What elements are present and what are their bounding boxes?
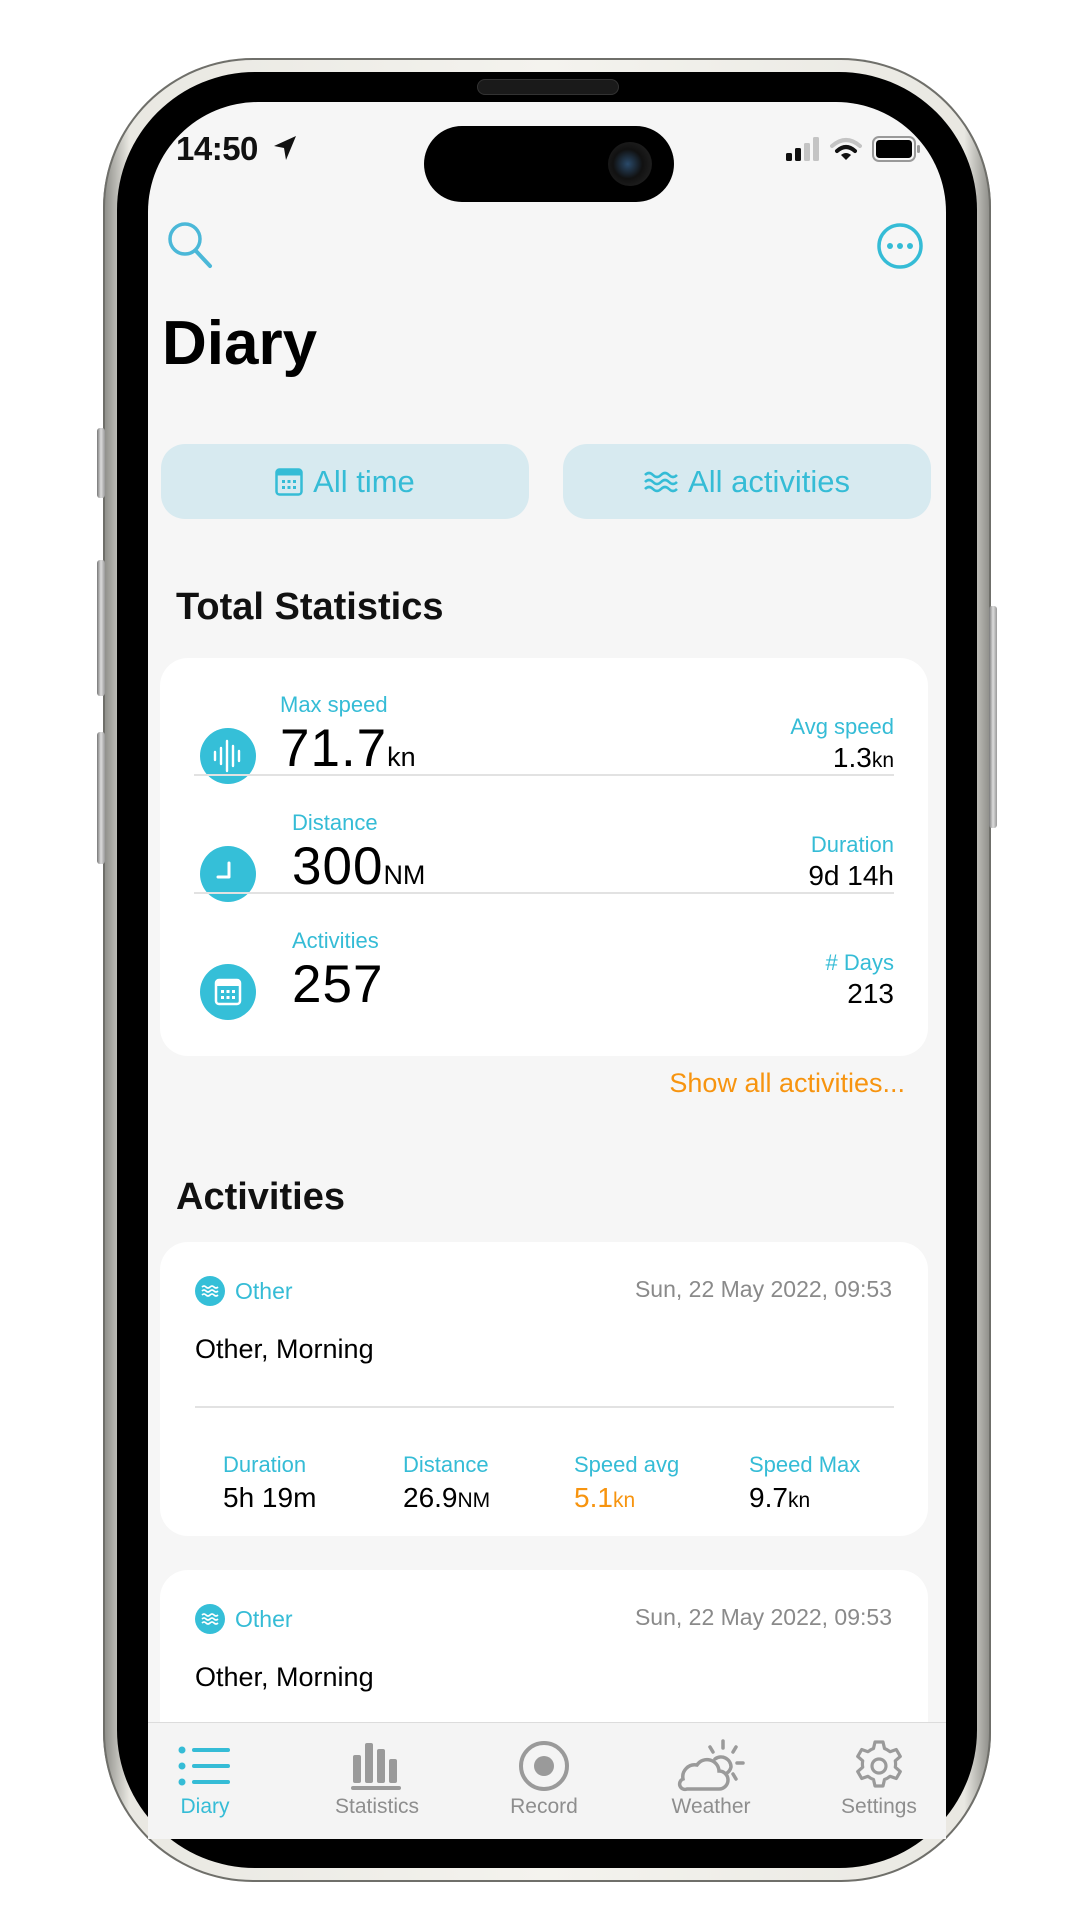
- stat-row-max-speed: Max speed 71.7kn Avg speed 1.3kn: [194, 658, 894, 784]
- tab-label: Record: [510, 1795, 578, 1818]
- stat-right-label: # Days: [825, 950, 894, 975]
- signal-icon: [786, 137, 819, 161]
- metric-label: Speed Max: [749, 1452, 861, 1477]
- waves-icon: [195, 1604, 225, 1634]
- metric-label: Distance: [403, 1452, 489, 1477]
- metric-value: 5.1kn: [574, 1482, 636, 1513]
- stat-value: 300NM: [292, 837, 426, 896]
- status-indicators: [786, 136, 922, 162]
- total-statistics-title: Total Statistics: [176, 586, 444, 628]
- tab-label: Statistics: [334, 1795, 420, 1818]
- show-all-activities-link[interactable]: Show all activities...: [669, 1068, 905, 1099]
- side-button-volume-up: [97, 560, 105, 696]
- time-filter-button[interactable]: All time: [161, 444, 529, 519]
- tab-label: Weather: [671, 1795, 751, 1818]
- more-options-icon[interactable]: [876, 222, 924, 270]
- page-title: Diary: [162, 309, 318, 378]
- battery-icon: [872, 136, 920, 162]
- side-button-silent: [97, 428, 105, 498]
- waves-icon: [644, 471, 678, 492]
- cloud-sun-icon: [677, 1739, 745, 1792]
- record-icon: [519, 1741, 569, 1791]
- activity-metric-speed-max: Speed Max 9.7kn: [749, 1452, 860, 1514]
- stat-row-distance: Distance 300NM Duration 9d 14h: [194, 776, 894, 902]
- stat-right-label: Avg speed: [790, 714, 894, 739]
- stat-label: Distance: [292, 810, 378, 835]
- activity-date: Sun, 22 May 2022, 09:53: [634, 1276, 892, 1302]
- dynamic-island: [424, 126, 674, 202]
- stat-value: 71.7kn: [280, 719, 416, 778]
- metric-value: 9.7kn: [749, 1482, 811, 1513]
- metric-value: 26.9NM: [403, 1482, 491, 1513]
- time-filter-label: All time: [313, 463, 415, 499]
- activity-type: Other: [195, 1604, 293, 1634]
- activity-date: Sun, 22 May 2022, 09:53: [634, 1604, 892, 1630]
- divider: [195, 1406, 894, 1408]
- stat-right-value: 9d 14h: [808, 860, 894, 891]
- tab-bar: Diary Statistics Record Weather Settings: [148, 1722, 946, 1839]
- search-icon[interactable]: [166, 220, 214, 270]
- total-statistics-card: Max speed 71.7kn Avg speed 1.3kn Distanc…: [160, 658, 928, 1056]
- activity-metric-speed-avg: Speed avg 5.1kn: [574, 1452, 679, 1514]
- activity-filter-button[interactable]: All activities: [563, 444, 931, 519]
- side-button-power: [989, 606, 997, 828]
- activity-filter-label: All activities: [688, 463, 850, 499]
- tab-diary[interactable]: Diary: [140, 1737, 270, 1819]
- stat-label: Max speed: [280, 692, 388, 717]
- activity-type: Other: [195, 1276, 293, 1306]
- waves-icon: [195, 1276, 225, 1306]
- activity-type-label: Other: [235, 1277, 293, 1304]
- tab-weather[interactable]: Weather: [646, 1737, 776, 1819]
- tab-label: Settings: [841, 1795, 917, 1818]
- activity-title: Other, Morning: [195, 1662, 374, 1692]
- front-camera: [608, 142, 652, 186]
- side-button-volume-down: [97, 732, 105, 864]
- stat-right-value: 1.3kn: [832, 742, 894, 773]
- activity-metric-distance: Distance 26.9NM: [403, 1452, 490, 1514]
- stat-right-value: 213: [847, 978, 894, 1009]
- activity-metric-duration: Duration 5h 19m: [223, 1452, 316, 1514]
- tab-record[interactable]: Record: [479, 1737, 609, 1819]
- metric-label: Speed avg: [574, 1452, 680, 1477]
- status-time: 14:50: [176, 130, 258, 167]
- activity-type-label: Other: [235, 1605, 293, 1632]
- activities-title: Activities: [176, 1176, 345, 1218]
- stat-value: 257: [292, 955, 384, 1014]
- metric-value: 5h 19m: [223, 1482, 317, 1513]
- list-icon: [178, 1746, 230, 1786]
- tab-label: Diary: [180, 1795, 230, 1818]
- earpiece-speaker: [477, 79, 619, 95]
- calendar-icon: [200, 964, 256, 1020]
- activity-card[interactable]: Other Sun, 22 May 2022, 09:53 Other, Mor…: [160, 1242, 928, 1536]
- stat-row-activities: Activities 257 # Days 213: [194, 894, 894, 1020]
- wifi-icon: [830, 138, 862, 160]
- metric-label: Duration: [223, 1452, 307, 1477]
- activity-title: Other, Morning: [195, 1334, 374, 1364]
- stat-label: Activities: [292, 928, 379, 953]
- tab-settings[interactable]: Settings: [814, 1737, 944, 1819]
- stat-right-label: Duration: [810, 832, 894, 857]
- bar-chart-icon: [351, 1743, 401, 1790]
- tab-statistics[interactable]: Statistics: [312, 1737, 442, 1819]
- calendar-icon: [275, 467, 303, 496]
- location-arrow-icon: [274, 136, 296, 160]
- gear-icon: [856, 1740, 902, 1788]
